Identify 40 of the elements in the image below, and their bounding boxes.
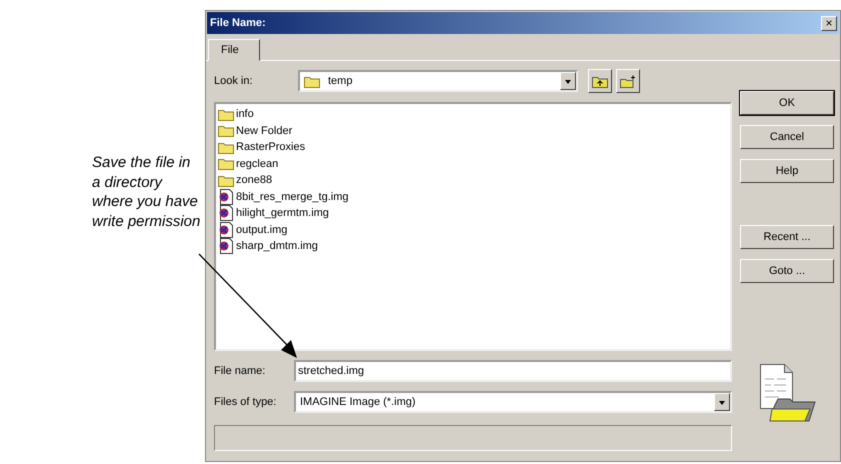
image-file-icon (218, 205, 234, 222)
dialog-button[interactable]: Help (740, 159, 834, 183)
image-file-icon (218, 238, 234, 254)
field-label: Files of type: (214, 396, 278, 408)
file-item[interactable]: sharp_dmtm.img (218, 238, 318, 254)
field-label: File name: (214, 365, 266, 377)
dropdown-value: IMAGINE Image (*.img) (299, 396, 416, 408)
dialog-button[interactable]: Recent ... (740, 225, 834, 249)
up-folder-button[interactable] (588, 69, 612, 93)
image-file-icon (218, 222, 234, 238)
dialog-button[interactable]: Goto ... (740, 259, 834, 283)
folder-icon (218, 108, 234, 121)
dialog-button[interactable]: Cancel (740, 125, 834, 149)
file-item[interactable]: RasterProxies (218, 139, 306, 156)
file-item[interactable]: New Folder (218, 122, 292, 139)
folder-icon (304, 74, 320, 88)
file-name-field[interactable]: stretched.img (294, 360, 732, 382)
dropdown-value: temp (328, 75, 352, 87)
file-item[interactable]: info (218, 106, 254, 122)
image-file-icon (218, 188, 234, 205)
folder-icon (218, 174, 234, 187)
folder-icon (218, 124, 234, 138)
annotation-text: Save the file in a directory where you have write permission (92, 153, 202, 231)
field-label: Look in: (214, 75, 254, 87)
look-in-dropdown[interactable]: temp (298, 70, 578, 92)
window-title: File Name: (210, 17, 266, 29)
file-item[interactable]: output.img (218, 222, 288, 238)
file-item[interactable]: zone88 (218, 172, 272, 188)
file-item[interactable]: hilight_germtm.img (218, 205, 329, 222)
folder-icon (218, 140, 234, 154)
new-folder-button[interactable] (616, 69, 640, 93)
file-item[interactable]: regclean (218, 156, 278, 172)
new-folder-icon (620, 74, 636, 88)
dialog-button[interactable]: OK (740, 91, 834, 115)
folder-up-icon (592, 74, 608, 88)
folder-icon (218, 157, 234, 170)
file-type-dropdown[interactable]: IMAGINE Image (*.img) (294, 391, 732, 413)
file-item[interactable]: 8bit_res_merge_tg.img (218, 188, 349, 205)
close-button[interactable]: × (821, 16, 837, 30)
tab[interactable]: File (208, 39, 260, 61)
